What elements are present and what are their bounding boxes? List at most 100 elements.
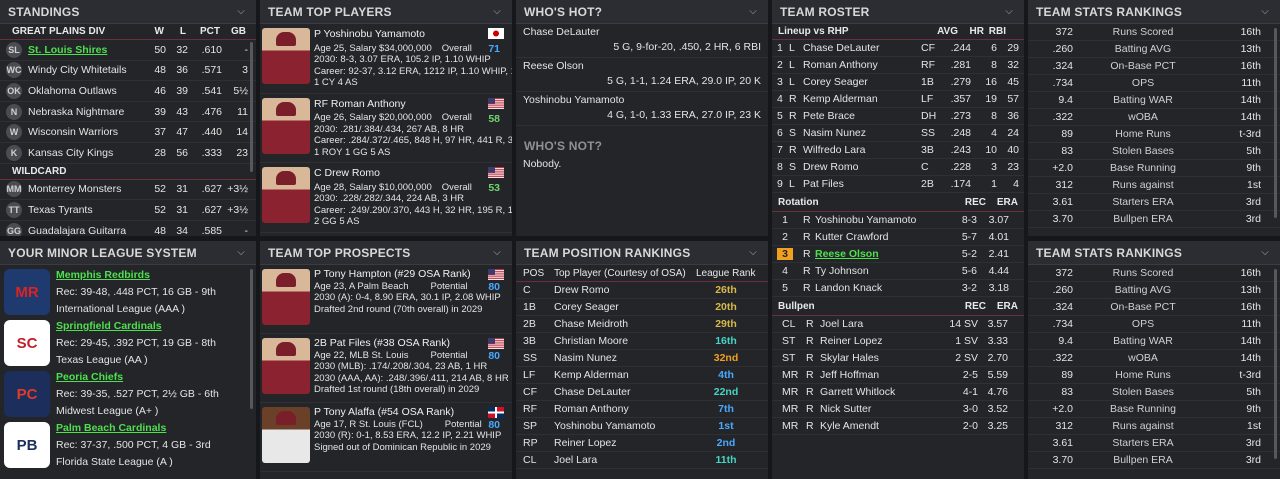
rotation-row[interactable]: 4 R Ty Johnson 5-6 4.44: [772, 263, 1024, 280]
bullpen-row[interactable]: ST R Reiner Lopez 1 SV 3.33: [772, 333, 1024, 350]
stat-row[interactable]: .260 Batting AVG 13th: [1028, 282, 1280, 299]
bullpen-row[interactable]: MR R Kyle Amendt 2-0 3.25: [772, 418, 1024, 435]
lineup-row[interactable]: 9 L Pat Files 2B .174 1 4: [772, 176, 1024, 193]
stat-row[interactable]: 89 Home Runs t-3rd: [1028, 367, 1280, 384]
stat-value: .734: [1052, 77, 1073, 89]
bullpen-row[interactable]: MR R Nick Sutter 3-0 3.52: [772, 401, 1024, 418]
standings-row[interactable]: SL St. Louis Shires 50 32 .610 -: [0, 40, 256, 61]
minor-team-link[interactable]: Palm Beach Cardinals: [56, 422, 166, 434]
top-player-card[interactable]: RF Roman Anthony Age 26, Salary $20,000,0…: [260, 94, 512, 163]
hot-player[interactable]: Chase DeLauter 5 G, 9-for-20, .450, 2 HR,…: [516, 24, 768, 58]
stat-row[interactable]: 3.70 Bullpen ERA 3rd: [1028, 211, 1280, 228]
standings-row[interactable]: GG Guadalajara Guitarra 48 34 .585 -: [0, 221, 256, 236]
hot-player[interactable]: Yoshinobu Yamamoto 4 G, 1-0, 1.33 ERA, 27…: [516, 92, 768, 126]
rotation-row[interactable]: 1 R Yoshinobu Yamamoto 8-3 3.07: [772, 212, 1024, 229]
stat-row[interactable]: +2.0 Base Running 9th: [1028, 401, 1280, 418]
wildcard-header: WILDCARD: [0, 164, 256, 180]
chevron-down-icon[interactable]: ⌵: [490, 5, 504, 19]
lineup-row[interactable]: 4 R Kemp Alderman LF .357 19 57: [772, 91, 1024, 108]
position-row[interactable]: RF Roman Anthony 7th: [516, 401, 768, 418]
chevron-down-icon[interactable]: ⌵: [234, 246, 248, 260]
chevron-down-icon[interactable]: ⌵: [1002, 5, 1016, 19]
position: 3B: [921, 144, 934, 156]
lineup-row[interactable]: 5 R Pete Brace DH .273 8 36: [772, 108, 1024, 125]
scrollbar[interactable]: [1274, 269, 1277, 459]
stat-row[interactable]: 3.70 Bullpen ERA 3rd: [1028, 452, 1280, 469]
chevron-down-icon[interactable]: ⌵: [490, 246, 504, 260]
prospect-card[interactable]: P Tony Hampton (#29 OSA Rank) Age 23, A P…: [260, 265, 512, 334]
scrollbar[interactable]: [1274, 28, 1277, 218]
standings-row[interactable]: W Wisconsin Warriors 37 47 .440 14: [0, 122, 256, 143]
standings-row[interactable]: K Kansas City Kings 28 56 .333 23: [0, 143, 256, 164]
avg: .243: [950, 144, 971, 156]
position-row[interactable]: LF Kemp Alderman 4th: [516, 367, 768, 384]
position-row[interactable]: CF Chase DeLauter 22nd: [516, 384, 768, 401]
bullpen-row[interactable]: CL R Joel Lara 14 SV 3.57: [772, 316, 1024, 333]
rotation-row[interactable]: 3 R Reese Olson 5-2 2.41: [772, 246, 1024, 263]
stat-row[interactable]: 3.61 Starters ERA 3rd: [1028, 435, 1280, 452]
lineup-row[interactable]: 1 L Chase DeLauter CF .244 6 29: [772, 40, 1024, 57]
prospect-info: 2B Pat Files (#38 OSA Rank) Age 22, MLB S…: [314, 334, 512, 402]
stat-row[interactable]: .324 On-Base PCT 16th: [1028, 58, 1280, 75]
position-row[interactable]: C Drew Romo 26th: [516, 282, 768, 299]
stat-row[interactable]: 372 Runs Scored 16th: [1028, 265, 1280, 282]
lineup-row[interactable]: 6 S Nasim Nunez SS .248 4 24: [772, 125, 1024, 142]
stat-row[interactable]: 372 Runs Scored 16th: [1028, 24, 1280, 41]
scrollbar[interactable]: [250, 42, 253, 172]
minor-team-link[interactable]: Peoria Chiefs: [56, 371, 123, 383]
stat-row[interactable]: 9.4 Batting WAR 14th: [1028, 92, 1280, 109]
stat-row[interactable]: .322 wOBA 14th: [1028, 350, 1280, 367]
stat-row[interactable]: 312 Runs against 1st: [1028, 418, 1280, 435]
rotation-row[interactable]: 2 R Kutter Crawford 5-7 4.01: [772, 229, 1024, 246]
player-stat-text: 1 CY 4 AS: [314, 77, 358, 89]
top-player-card[interactable]: P Yoshinobu Yamamoto Age 25, Salary $34,0…: [260, 24, 512, 94]
bullpen-row[interactable]: ST R Skylar Hales 2 SV 2.70: [772, 350, 1024, 367]
rotation-row[interactable]: 5 R Landon Knack 3-2 3.18: [772, 280, 1024, 297]
stat-row[interactable]: .260 Batting AVG 13th: [1028, 41, 1280, 58]
position-row[interactable]: 2B Chase Meidroth 29th: [516, 316, 768, 333]
lineup-row[interactable]: 8 S Drew Romo C .228 3 23: [772, 159, 1024, 176]
stat-row[interactable]: .734 OPS 11th: [1028, 75, 1280, 92]
top-player-card[interactable]: C Drew Romo Age 28, Salary $10,000,000 Ove…: [260, 163, 512, 233]
scrollbar[interactable]: [250, 269, 253, 409]
stat-row[interactable]: 312 Runs against 1st: [1028, 177, 1280, 194]
minor-team-link[interactable]: Memphis Redbirds: [56, 269, 150, 281]
chevron-down-icon[interactable]: ⌵: [746, 5, 760, 19]
stat-row[interactable]: .322 wOBA 14th: [1028, 109, 1280, 126]
position-row[interactable]: 1B Corey Seager 20th: [516, 299, 768, 316]
lineup-row[interactable]: 3 L Corey Seager 1B .279 16 45: [772, 74, 1024, 91]
standings-row[interactable]: WC Windy City Whitetails 48 36 .571 3: [0, 61, 256, 82]
prospect-card[interactable]: 2B Pat Files (#38 OSA Rank) Age 22, MLB S…: [260, 334, 512, 403]
player-stat-text: Career: .249/.290/.370, 443 H, 32 HR, 19…: [314, 204, 512, 216]
bullpen-row[interactable]: MR R Garrett Whitlock 4-1 4.76: [772, 384, 1024, 401]
standings-row[interactable]: MM Monterrey Monsters 52 31 .627 +3½: [0, 180, 256, 201]
position-row[interactable]: RP Reiner Lopez 2nd: [516, 435, 768, 452]
stat-row[interactable]: 89 Home Runs t-3rd: [1028, 126, 1280, 143]
minor-team-link[interactable]: Springfield Cardinals: [56, 320, 162, 332]
chevron-down-icon[interactable]: ⌵: [1258, 246, 1272, 260]
position-row[interactable]: SP Yoshinobu Yamamoto 1st: [516, 418, 768, 435]
batting-order: 9: [777, 178, 783, 190]
standings-row[interactable]: N Nebraska Nightmare 39 43 .476 11: [0, 102, 256, 123]
lineup-row[interactable]: 2 L Roman Anthony RF .281 8 32: [772, 57, 1024, 74]
stat-row[interactable]: 83 Stolen Bases 5th: [1028, 143, 1280, 160]
stat-row[interactable]: 9.4 Batting WAR 14th: [1028, 333, 1280, 350]
lineup-row[interactable]: 7 R Wilfredo Lara 3B .243 10 40: [772, 142, 1024, 159]
stat-row[interactable]: .324 On-Base PCT 16th: [1028, 299, 1280, 316]
chevron-down-icon[interactable]: ⌵: [746, 246, 760, 260]
standings-row[interactable]: OK Oklahoma Outlaws 46 39 .541 5½: [0, 81, 256, 102]
stat-row[interactable]: .734 OPS 11th: [1028, 316, 1280, 333]
position-row[interactable]: 3B Christian Moore 16th: [516, 333, 768, 350]
stat-value: 312: [1055, 420, 1073, 432]
position-row[interactable]: CL Joel Lara 11th: [516, 452, 768, 469]
stat-row[interactable]: 83 Stolen Bases 5th: [1028, 384, 1280, 401]
bullpen-row[interactable]: MR R Jeff Hoffman 2-5 5.59: [772, 367, 1024, 384]
stat-row[interactable]: +2.0 Base Running 9th: [1028, 160, 1280, 177]
chevron-down-icon[interactable]: ⌵: [1258, 5, 1272, 19]
stat-row[interactable]: 3.61 Starters ERA 3rd: [1028, 194, 1280, 211]
hot-player[interactable]: Reese Olson 5 G, 1-1, 1.24 ERA, 29.0 IP, …: [516, 58, 768, 92]
chevron-down-icon[interactable]: ⌵: [234, 5, 248, 19]
prospect-card[interactable]: P Tony Alaffa (#54 OSA Rank) Age 17, R St…: [260, 403, 512, 472]
standings-row[interactable]: TT Texas Tyrants 52 31 .627 +3½: [0, 200, 256, 221]
position-row[interactable]: SS Nasim Nunez 32nd: [516, 350, 768, 367]
